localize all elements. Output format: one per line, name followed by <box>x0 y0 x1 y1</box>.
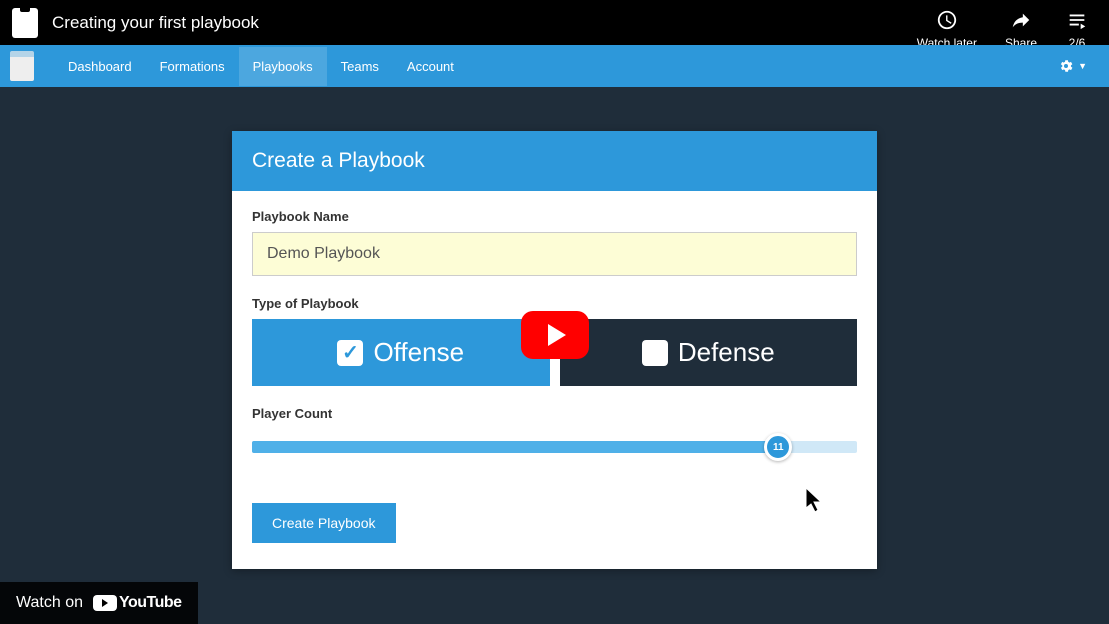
video-play-button[interactable] <box>521 311 589 359</box>
clock-icon <box>935 8 959 32</box>
video-title: Creating your first playbook <box>52 13 259 33</box>
gear-icon <box>1058 58 1074 74</box>
slider-handle[interactable]: 11 <box>764 433 792 461</box>
player-count-section: Player Count 11 <box>252 406 857 459</box>
type-label: Type of Playbook <box>252 296 857 311</box>
panel-title: Create a Playbook <box>232 131 877 191</box>
cursor-icon <box>806 488 826 514</box>
offense-label: Offense <box>373 337 464 368</box>
nav-teams[interactable]: Teams <box>327 47 393 86</box>
name-section: Playbook Name <box>252 209 857 276</box>
watch-on-label: Watch on <box>16 594 83 612</box>
nav-formations[interactable]: Formations <box>146 47 239 86</box>
chevron-down-icon: ▼ <box>1078 61 1087 71</box>
video-controls: Watch later Share 2/6 <box>917 8 1089 50</box>
share-icon <box>1009 8 1033 32</box>
watch-on-youtube-button[interactable]: Watch on YouTube <box>0 582 198 624</box>
youtube-logo: YouTube <box>93 594 182 612</box>
settings-dropdown[interactable]: ▼ <box>1046 48 1099 84</box>
app-logo-icon[interactable] <box>10 51 34 81</box>
defense-toggle[interactable]: Defense <box>560 319 858 386</box>
watch-later-button[interactable]: Watch later <box>917 8 977 50</box>
offense-toggle[interactable]: Offense <box>252 319 550 386</box>
nav-items: Dashboard Formations Playbooks Teams Acc… <box>54 47 468 86</box>
share-button[interactable]: Share <box>1005 8 1037 50</box>
offense-checkbox-icon <box>337 340 363 366</box>
app-navbar: Dashboard Formations Playbooks Teams Acc… <box>0 45 1109 87</box>
playlist-icon <box>1065 8 1089 32</box>
clipboard-icon <box>12 8 38 38</box>
slider-fill <box>252 441 778 453</box>
video-header: Creating your first playbook Watch later… <box>0 0 1109 45</box>
youtube-text: YouTube <box>119 594 182 612</box>
nav-account[interactable]: Account <box>393 47 468 86</box>
player-count-label: Player Count <box>252 406 857 421</box>
app-viewport: Dashboard Formations Playbooks Teams Acc… <box>0 45 1109 624</box>
defense-checkbox-icon <box>642 340 668 366</box>
panel-body: Playbook Name Type of Playbook Offense D… <box>232 191 877 569</box>
defense-label: Defense <box>678 337 775 368</box>
player-count-slider[interactable]: 11 <box>252 435 857 459</box>
nav-playbooks[interactable]: Playbooks <box>239 47 327 86</box>
create-playbook-button[interactable]: Create Playbook <box>252 503 396 543</box>
playlist-button[interactable]: 2/6 <box>1065 8 1089 50</box>
youtube-play-icon <box>93 595 117 611</box>
playbook-name-input[interactable] <box>252 232 857 276</box>
name-label: Playbook Name <box>252 209 857 224</box>
nav-dashboard[interactable]: Dashboard <box>54 47 146 86</box>
